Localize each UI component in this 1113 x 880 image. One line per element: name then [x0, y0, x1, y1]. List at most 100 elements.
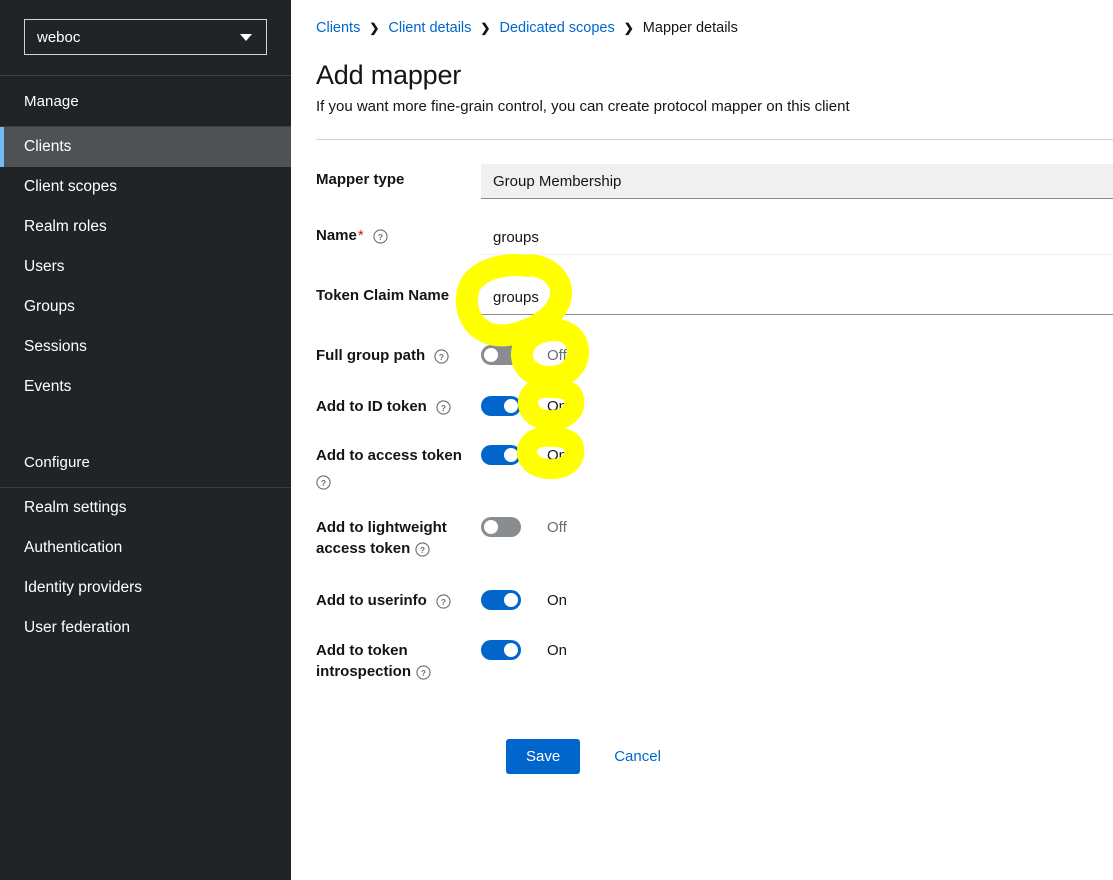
toggle-row-add-to-token-introspection: On: [481, 635, 1113, 665]
svg-text:?: ?: [420, 544, 425, 554]
required-marker: *: [357, 227, 364, 244]
breadcrumb-separator-icon: ❯: [480, 21, 491, 35]
help-circle-icon[interactable]: ?: [436, 593, 451, 609]
toggle-add-to-token-introspection[interactable]: [481, 640, 521, 660]
form-actions: Save Cancel: [316, 739, 1113, 774]
form-row-full-group-path: Full group path ? Off: [316, 340, 1113, 391]
cancel-button[interactable]: Cancel: [598, 739, 677, 774]
toggle-add-to-access-token[interactable]: [481, 445, 521, 465]
sidebar-group-title-configure: Configure: [24, 454, 90, 471]
sidebar-item-realm-settings[interactable]: Realm settings: [0, 488, 291, 528]
toggle-knob: [504, 643, 518, 657]
control-token-claim-name: groups: [481, 280, 1113, 315]
svg-text:?: ?: [439, 351, 444, 361]
sidebar-item-identity-providers[interactable]: Identity providers: [0, 568, 291, 608]
form-row-token-claim-name: Token Claim Name ? groups: [316, 280, 1113, 340]
form-row-add-to-id-token: Add to ID token ? On: [316, 391, 1113, 440]
sidebar: weboc Manage Clients Client scopes Realm…: [0, 0, 291, 880]
label-token-claim-name-text: Token Claim Name: [316, 287, 450, 304]
breadcrumb: Clients ❯ Client details ❯ Dedicated sco…: [316, 18, 1113, 38]
realm-selector-value: weboc: [37, 28, 81, 46]
label-add-to-lightweight-access-token: Add to lightweight access token ?: [316, 512, 481, 559]
realm-selector-container: weboc: [0, 0, 291, 75]
sidebar-nav-configure: Realm settings Authentication Identity p…: [0, 488, 291, 648]
label-add-to-id-token-text: Add to ID token: [316, 398, 427, 415]
svg-text:?: ?: [378, 231, 383, 241]
help-circle-icon[interactable]: ?: [458, 288, 473, 304]
form-row-add-to-token-introspection: Add to token introspection ? On: [316, 635, 1113, 695]
form-row-name: Name* ? groups: [316, 220, 1113, 280]
sidebar-item-groups[interactable]: Groups: [0, 287, 291, 327]
toggle-add-to-userinfo[interactable]: [481, 590, 521, 610]
mapper-form: Mapper type Group Membership Name* ? gro…: [291, 140, 1113, 774]
toggle-row-full-group-path: Off: [481, 340, 1113, 370]
svg-text:?: ?: [321, 477, 326, 487]
sidebar-item-realm-roles[interactable]: Realm roles: [0, 207, 291, 247]
chevron-down-icon: [240, 33, 252, 41]
breadcrumb-separator-icon: ❯: [623, 21, 634, 35]
toggle-state-add-to-lightweight-access-token: Off: [547, 518, 567, 536]
control-mapper-type: Group Membership: [481, 164, 1113, 199]
save-button[interactable]: Save: [506, 739, 581, 774]
toggle-knob: [484, 348, 498, 362]
help-circle-icon[interactable]: ?: [434, 348, 449, 364]
mapper-type-field: Group Membership: [481, 164, 1113, 199]
toggle-state-add-to-access-token: On: [547, 446, 568, 464]
toggle-row-add-to-lightweight-access-token: Off: [481, 512, 1113, 542]
label-mapper-type-text: Mapper type: [316, 171, 405, 188]
help-circle-icon[interactable]: ?: [373, 228, 388, 244]
page-header: Clients ❯ Client details ❯ Dedicated sco…: [291, 0, 1113, 140]
help-circle-icon[interactable]: ?: [416, 664, 431, 680]
label-add-to-token-introspection: Add to token introspection ?: [316, 635, 481, 682]
form-row-add-to-lightweight-access-token: Add to lightweight access token ? Off: [316, 512, 1113, 585]
token-claim-name-input[interactable]: groups: [481, 280, 1113, 315]
toggle-full-group-path[interactable]: [481, 345, 521, 365]
control-add-to-userinfo: On: [481, 585, 1113, 615]
keycloak-admin-console: weboc Manage Clients Client scopes Realm…: [0, 0, 1113, 880]
control-add-to-lightweight-access-token: Off: [481, 512, 1113, 542]
form-row-mapper-type: Mapper type Group Membership: [316, 164, 1113, 220]
svg-text:?: ?: [441, 402, 446, 412]
breadcrumb-item-client-details[interactable]: Client details: [388, 20, 471, 36]
toggle-row-add-to-access-token: On: [481, 440, 1113, 470]
sidebar-group-title-manage: Manage: [24, 93, 79, 110]
sidebar-item-clients[interactable]: Clients: [0, 127, 291, 167]
toggle-add-to-lightweight-access-token[interactable]: [481, 517, 521, 537]
sidebar-item-events[interactable]: Events: [0, 367, 291, 407]
breadcrumb-item-dedicated-scopes[interactable]: Dedicated scopes: [499, 20, 614, 36]
sidebar-item-sessions[interactable]: Sessions: [0, 327, 291, 367]
name-input[interactable]: groups: [481, 220, 1113, 255]
toggle-knob: [504, 399, 518, 413]
label-add-to-access-token: Add to access token ?: [316, 440, 481, 492]
control-add-to-access-token: On: [481, 440, 1113, 470]
breadcrumb-item-mapper-details: Mapper details: [642, 20, 738, 36]
toggle-add-to-id-token[interactable]: [481, 396, 521, 416]
realm-selector[interactable]: weboc: [24, 19, 267, 55]
help-circle-icon[interactable]: ?: [415, 541, 430, 557]
main-content: Clients ❯ Client details ❯ Dedicated sco…: [291, 0, 1113, 880]
sidebar-nav-manage: Clients Client scopes Realm roles Users …: [0, 127, 291, 407]
label-token-claim-name: Token Claim Name ?: [316, 280, 481, 306]
form-row-add-to-userinfo: Add to userinfo ? On: [316, 585, 1113, 635]
help-circle-icon[interactable]: ?: [436, 399, 451, 415]
label-name-text: Name: [316, 227, 357, 244]
breadcrumb-item-clients[interactable]: Clients: [316, 20, 360, 36]
toggle-state-full-group-path: Off: [547, 346, 567, 364]
sidebar-item-authentication[interactable]: Authentication: [0, 528, 291, 568]
control-full-group-path: Off: [481, 340, 1113, 370]
label-add-to-userinfo-text: Add to userinfo: [316, 592, 427, 609]
toggle-row-add-to-id-token: On: [481, 391, 1113, 421]
toggle-state-add-to-token-introspection: On: [547, 641, 568, 659]
sidebar-item-users[interactable]: Users: [0, 247, 291, 287]
help-circle-icon[interactable]: ?: [316, 474, 331, 490]
sidebar-item-user-federation[interactable]: User federation: [0, 608, 291, 648]
sidebar-item-client-scopes[interactable]: Client scopes: [0, 167, 291, 207]
control-add-to-id-token: On: [481, 391, 1113, 421]
page-title: Add mapper: [316, 60, 462, 90]
toggle-state-add-to-id-token: On: [547, 397, 568, 415]
label-add-to-token-introspection-text: Add to token introspection: [316, 642, 412, 680]
label-full-group-path-text: Full group path: [316, 347, 426, 364]
label-add-to-access-token-text: Add to access token: [316, 447, 462, 464]
control-name: groups: [481, 220, 1113, 255]
